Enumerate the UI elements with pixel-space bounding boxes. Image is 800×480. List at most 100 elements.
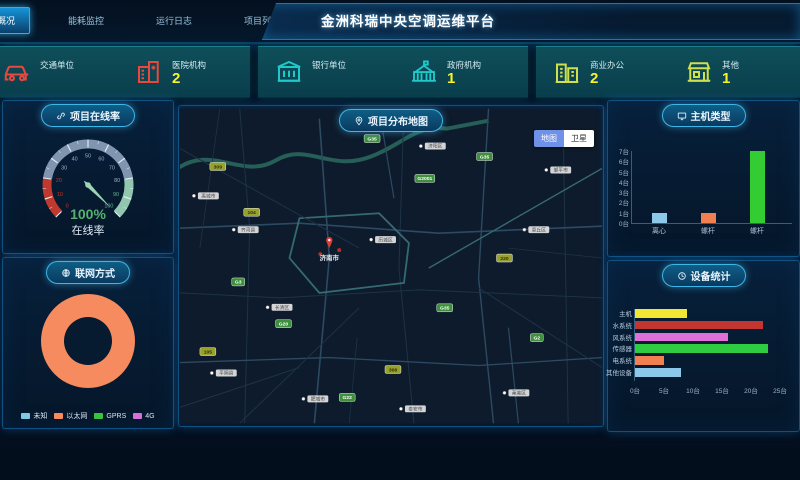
map-road-badge: G35	[477, 153, 493, 161]
nav-tab-0[interactable]: 概况	[0, 7, 30, 34]
network-legend: 未知以太网 GPRS 4G	[3, 411, 173, 421]
panel-header-network: 联网方式	[46, 261, 130, 284]
map-road-badge: G22	[339, 393, 355, 401]
y-axis-category: 其他设备	[606, 367, 632, 377]
legend-label: 未知	[33, 411, 47, 421]
panel-host-type: 主机类型 0台1台2台3台4台5台6台7台离心螺杆螺杆	[607, 100, 800, 257]
bank-icon	[274, 57, 304, 87]
map-road-badge: G2001	[415, 174, 435, 182]
x-axis-tick: 5台	[659, 385, 669, 395]
stat-item[interactable]: 其他1	[668, 57, 800, 87]
panel-header-device-stats: 设备统计	[662, 264, 746, 287]
dashboard-root: 概况能耗监控运行日志项目列表视频监控 金洲科瑞中央空调运维平台 交通单位 医院机构…	[0, 0, 800, 480]
stat-card: 银行单位 政府机构1	[258, 46, 528, 98]
legend-item[interactable]: GPRS	[94, 411, 126, 421]
nav-tab-2[interactable]: 运行日志	[142, 8, 206, 33]
x-axis-category: 螺杆	[750, 226, 764, 236]
bar	[750, 151, 765, 223]
device-stats-bar-chart: 主机水系统风系统传感器电系统其他设备0台5台10台15台20台25台	[634, 309, 780, 381]
stat-text: 医院机构2	[172, 59, 206, 86]
stat-value	[312, 71, 346, 86]
map-road-badge: 105	[200, 348, 216, 356]
map-layer-button-0[interactable]: 地图	[534, 130, 564, 147]
svg-text:100%: 100%	[70, 206, 106, 222]
map-road-badge: G20	[276, 320, 292, 328]
map-road-badge: 104	[244, 208, 260, 216]
y-axis-tick: 4台	[619, 177, 629, 187]
bar	[635, 356, 664, 365]
globe-icon	[61, 268, 71, 278]
bar	[635, 333, 728, 342]
map-road-badge: G2	[530, 334, 543, 342]
stat-item[interactable]: 银行单位	[258, 57, 393, 87]
stat-card: 商业办公2 其他1	[536, 46, 800, 98]
svg-text:30: 30	[61, 165, 67, 171]
svg-text:齐河县: 齐河县	[241, 226, 256, 233]
app-title-band: 金洲科瑞中央空调运维平台	[262, 3, 800, 40]
y-axis-tick: 0台	[619, 218, 629, 228]
stat-text: 银行单位	[312, 59, 346, 86]
bar	[635, 321, 763, 330]
stat-label: 其他	[722, 59, 739, 71]
stat-text: 交通单位	[40, 59, 74, 86]
y-axis-tick: 3台	[619, 187, 629, 197]
y-axis-tick: 1台	[619, 208, 629, 218]
y-axis-category: 风系统	[613, 332, 633, 342]
svg-text:济阳区: 济阳区	[428, 143, 443, 150]
bar	[652, 213, 667, 223]
app-title: 金洲科瑞中央空调运维平台	[321, 4, 495, 39]
svg-text:G2: G2	[533, 335, 540, 341]
monitor-icon	[677, 111, 687, 121]
map-road-badge: G35	[437, 304, 453, 312]
svg-text:济南市: 济南市	[320, 253, 340, 262]
svg-text:308: 308	[389, 367, 398, 373]
legend-item[interactable]: 未知	[21, 411, 47, 421]
panel-title: 主机类型	[691, 108, 731, 123]
hospital-icon	[134, 57, 164, 87]
svg-text:G35: G35	[480, 154, 490, 160]
svg-text:长清区: 长清区	[275, 304, 290, 311]
svg-text:0: 0	[66, 204, 69, 210]
stat-label: 商业办公	[590, 59, 624, 71]
stat-label: 政府机构	[447, 59, 481, 71]
stat-value	[40, 71, 74, 86]
stat-item[interactable]: 交通单位	[0, 57, 118, 87]
svg-text:禹城市: 禹城市	[201, 193, 216, 200]
legend-label: 4G	[145, 413, 154, 420]
link-icon	[56, 111, 66, 121]
legend-item[interactable]: 以太网	[54, 411, 87, 421]
legend-swatch	[94, 413, 103, 419]
map-road-badge: G3	[232, 278, 245, 286]
top-nav: 概况能耗监控运行日志项目列表视频监控 金洲科瑞中央空调运维平台	[0, 0, 800, 44]
svg-text:G35: G35	[440, 306, 450, 312]
y-axis-tick: 6台	[619, 156, 629, 166]
stat-item[interactable]: 政府机构1	[393, 57, 528, 87]
legend-item[interactable]: 4G	[133, 411, 154, 421]
stat-item[interactable]: 医院机构2	[118, 57, 250, 87]
clock-icon	[677, 271, 687, 281]
stat-label: 银行单位	[312, 59, 346, 71]
svg-text:10: 10	[57, 192, 63, 198]
nav-tab-1[interactable]: 能耗监控	[54, 8, 118, 33]
bar	[635, 309, 687, 318]
panel-network-type: 联网方式 未知以太网 GPRS 4G	[2, 257, 174, 429]
svg-text:莱芜区: 莱芜区	[512, 390, 527, 397]
panel-project-map: 项目分布地图 商河县济阳区邹平市禹城市齐河县历城区章丘区长清区平阴县肥城市泰安市…	[178, 105, 604, 427]
y-axis-category: 主机	[619, 308, 632, 318]
legend-swatch	[21, 413, 30, 419]
y-axis-tick: 5台	[619, 167, 629, 177]
svg-text:平阴县: 平阴县	[219, 370, 234, 377]
y-axis-category: 传感器	[613, 343, 633, 353]
y-axis-tick: 2台	[619, 197, 629, 207]
stat-value: 1	[722, 71, 739, 86]
map-canvas[interactable]: 商河县济阳区邹平市禹城市齐河县历城区章丘区长清区平阴县肥城市泰安市莱芜区G35G…	[180, 107, 602, 425]
stat-value: 2	[590, 71, 624, 86]
x-axis-tick: 0台	[630, 385, 640, 395]
stat-text: 商业办公2	[590, 59, 624, 86]
map-layer-button-1[interactable]: 卫星	[564, 130, 594, 147]
legend-label: GPRS	[106, 413, 126, 420]
svg-text:220: 220	[500, 256, 509, 262]
map-road-badge: 308	[385, 366, 401, 374]
bar	[635, 344, 768, 353]
stat-item[interactable]: 商业办公2	[536, 57, 668, 87]
